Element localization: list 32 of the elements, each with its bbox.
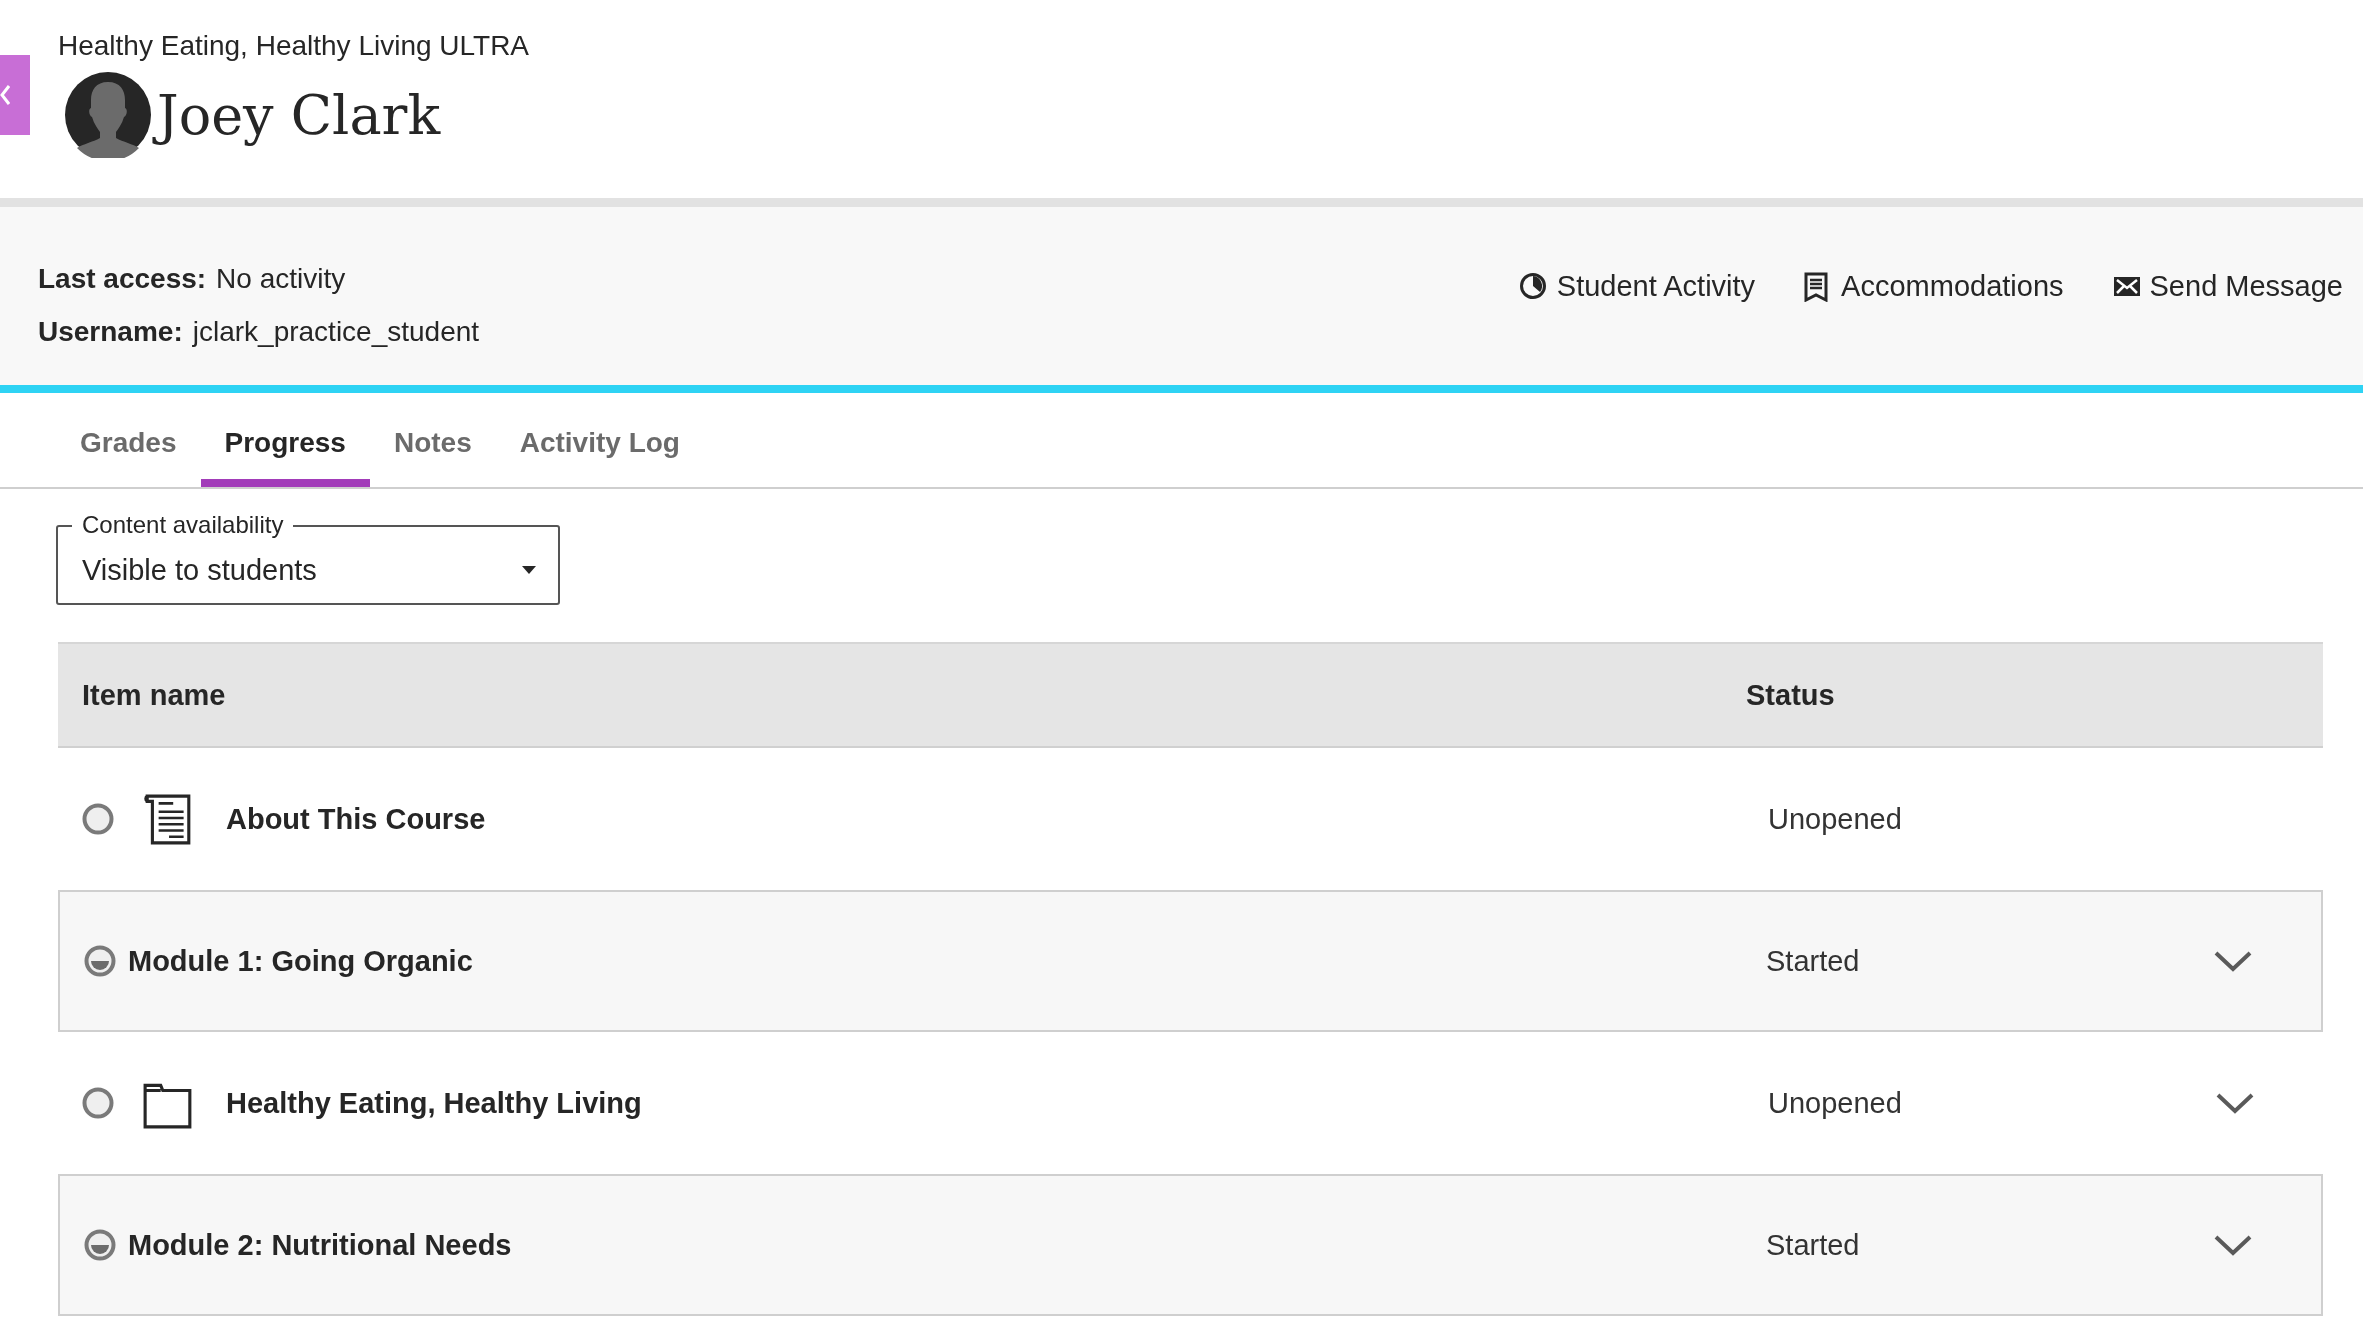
action-link[interactable]: Send Message [2111,270,2343,303]
chevron-down-icon[interactable] [2213,950,2253,972]
field-value: No activity [216,262,346,295]
tab[interactable]: Notes [369,393,496,487]
student-name: Joey Clark [151,74,447,156]
caret-icon [522,566,536,574]
action-link[interactable]: Student Activity [1518,270,1756,303]
content-availability-dropdown[interactable]: Content availability Visible to students [56,509,560,605]
course-title: Healthy Eating, Healthy Living ULTRA [58,29,530,63]
chevron-down-icon[interactable] [2213,1234,2253,1256]
status-text: Unopened [1768,1086,1902,1119]
item-link[interactable]: Module 2: Nutritional Needs [128,1228,512,1262]
status-text: Started [1766,1228,1860,1261]
item-link[interactable]: Module 1: Going Organic [128,944,473,978]
chevron-down-icon[interactable] [2215,1092,2255,1114]
action-link[interactable]: Accommodations [1803,270,2064,303]
avatar-icon [65,72,151,158]
field-label: Last access: [38,262,207,295]
field-label: Username: [38,315,183,348]
status-text: Started [1766,944,1860,977]
close-button[interactable] [0,55,30,135]
field-value: jclark_practice_student [192,315,480,348]
column-header: Item name [82,678,226,712]
tab[interactable]: Activity Log [495,393,704,487]
status-text: Unopened [1768,802,1902,835]
item-link[interactable]: Healthy Eating, Healthy Living [226,1086,642,1120]
chart-icon [1518,271,1549,302]
column-header: Status [1746,678,1835,711]
item-link[interactable]: About This Course [226,802,486,836]
close-icon [0,85,10,105]
tab[interactable]: Progress [200,393,370,487]
tab[interactable]: Grades [56,393,201,487]
